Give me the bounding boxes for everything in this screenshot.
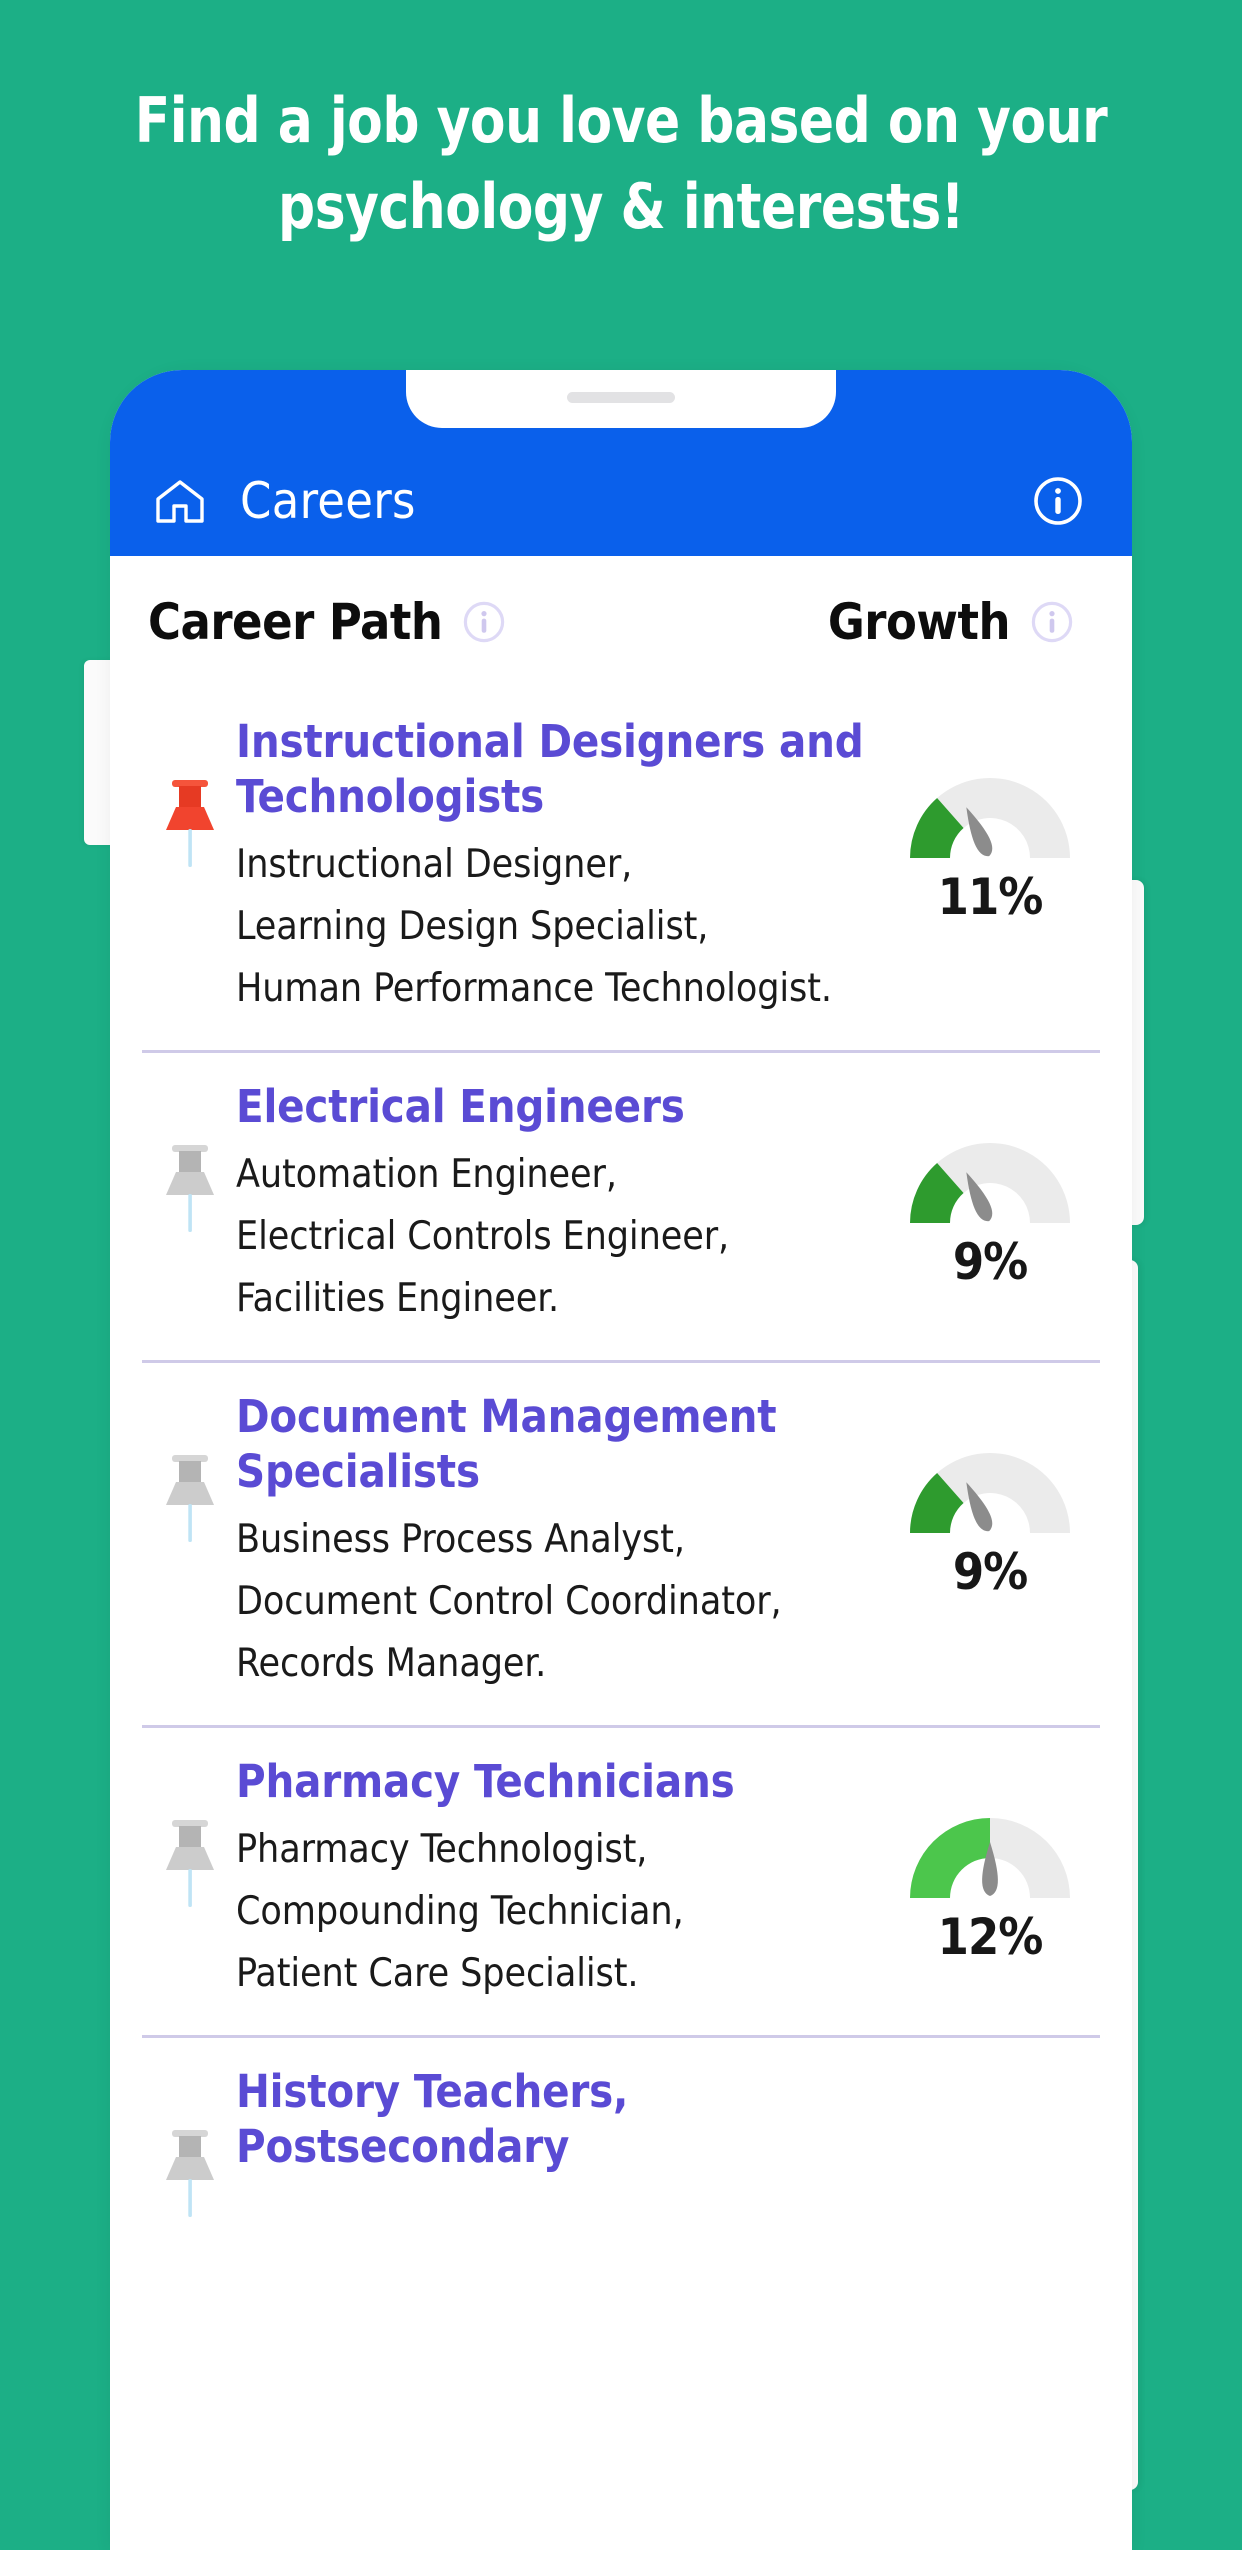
career-text-column: Pharmacy Technicians Pharmacy Technologi…: [236, 1754, 890, 2005]
job-title-line: Compounding Technician,: [236, 1889, 684, 1934]
job-title-line: Business Process Analyst,: [236, 1517, 685, 1562]
career-list-item[interactable]: Document Management Specialists Business…: [142, 1363, 1100, 1728]
growth-column: 9%: [890, 1079, 1090, 1291]
pin-gray-icon[interactable]: [158, 2128, 222, 2220]
app-bar-title: Careers: [240, 472, 416, 530]
career-list[interactable]: Instructional Designers and Technologist…: [110, 688, 1132, 2248]
growth-gauge-icon: [906, 2122, 1074, 2214]
growth-column: 12%: [890, 1754, 1090, 1966]
career-text-column: Electrical Engineers Automation Engineer…: [236, 1079, 890, 1330]
career-path-header-group: Career Path: [148, 593, 506, 651]
growth-info-icon[interactable]: [1030, 600, 1074, 644]
info-circle-icon[interactable]: [1032, 475, 1084, 527]
promo-headline: Find a job you love based on your psycho…: [43, 78, 1198, 250]
job-title-line: Instructional Designer,: [236, 842, 633, 887]
growth-percent-label: 12%: [937, 1908, 1044, 1966]
promo-headline-line-1: Find a job you love based on your: [134, 84, 1108, 157]
career-path-title[interactable]: Pharmacy Technicians: [236, 1754, 882, 1809]
phone-mockup: Careers Career Path Growth Instructional…: [110, 370, 1132, 2550]
job-title-line: Electrical Controls Engineer,: [236, 1214, 730, 1259]
pin-red-icon[interactable]: [158, 778, 222, 870]
career-path-title[interactable]: History Teachers, Postsecondary: [236, 2064, 882, 2174]
growth-percent-label: 11%: [937, 868, 1044, 926]
career-path-title[interactable]: Instructional Designers and Technologist…: [236, 714, 882, 824]
growth-column: 11%: [890, 714, 1090, 926]
job-title-line: Learning Design Specialist,: [236, 904, 709, 949]
growth-percent-label: 9%: [952, 1233, 1028, 1291]
job-title-line: Patient Care Specialist.: [236, 1951, 639, 1996]
column-header-row: Career Path Growth: [110, 556, 1132, 688]
job-title-line: Facilities Engineer.: [236, 1276, 560, 1321]
career-list-item[interactable]: Pharmacy Technicians Pharmacy Technologi…: [142, 1728, 1100, 2038]
growth-gauge-icon: [906, 772, 1074, 864]
growth-header-label: Growth: [827, 593, 1011, 651]
pin-gray-icon[interactable]: [158, 1143, 222, 1235]
career-list-item[interactable]: Instructional Designers and Technologist…: [142, 688, 1100, 1053]
growth-gauge-icon: [906, 1447, 1074, 1539]
job-title-line: Document Control Coordinator,: [236, 1579, 782, 1624]
career-text-column: Instructional Designers and Technologist…: [236, 714, 890, 1020]
job-title-line: Automation Engineer,: [236, 1152, 617, 1197]
job-title-line: Records Manager.: [236, 1641, 547, 1686]
career-list-item[interactable]: History Teachers, Postsecondary: [142, 2038, 1100, 2248]
earpiece-speaker-icon: [567, 392, 675, 403]
growth-header-group: Growth: [828, 593, 1074, 651]
growth-column: 9%: [890, 1389, 1090, 1601]
app-bar: Careers: [110, 446, 1132, 556]
pin-gray-icon[interactable]: [158, 1453, 222, 1545]
status-bar: [110, 370, 1132, 446]
job-title-line: Human Performance Technologist.: [236, 966, 832, 1011]
promo-headline-line-2: psychology & interests!: [278, 170, 964, 243]
career-path-title[interactable]: Document Management Specialists: [236, 1389, 882, 1499]
career-path-title[interactable]: Electrical Engineers: [236, 1079, 882, 1134]
growth-gauge-icon: [906, 1137, 1074, 1229]
growth-percent-label: 9%: [952, 1543, 1028, 1601]
career-path-info-icon[interactable]: [462, 600, 506, 644]
career-text-column: Document Management Specialists Business…: [236, 1389, 890, 1695]
growth-gauge-icon: [906, 1812, 1074, 1904]
job-title-line: Pharmacy Technologist,: [236, 1827, 648, 1872]
career-text-column: History Teachers, Postsecondary: [236, 2064, 890, 2184]
phone-screen: Careers Career Path Growth Instructional…: [110, 370, 1132, 2550]
growth-column: [890, 2064, 1090, 2218]
home-icon[interactable]: [152, 473, 208, 529]
career-list-item[interactable]: Electrical Engineers Automation Engineer…: [142, 1053, 1100, 1363]
pin-gray-icon[interactable]: [158, 1818, 222, 1910]
phone-notch: [406, 370, 836, 428]
career-path-header-label: Career Path: [148, 593, 443, 651]
